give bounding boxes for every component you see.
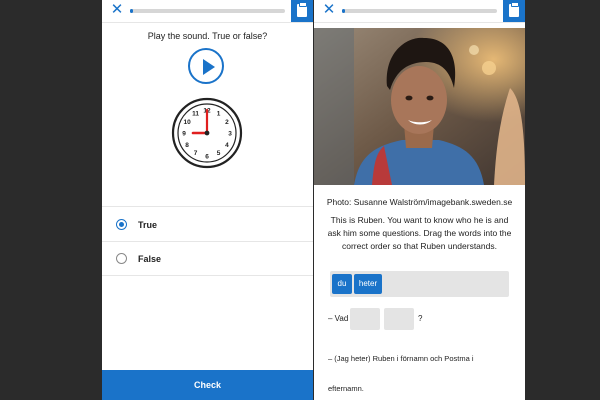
- word-order-exercise-panel: ✕ Photo: Susanne Walström/imagebank.swed…: [314, 0, 525, 400]
- clock-illustration: 121234567891011: [171, 97, 243, 169]
- exercise-top-bar: ✕: [102, 0, 313, 23]
- progress-fill: [342, 9, 346, 13]
- question-suffix: ?: [418, 314, 423, 323]
- option-divider: [102, 275, 313, 276]
- exercise-prompt: Play the sound. True or false?: [147, 31, 268, 41]
- clock-number: 11: [192, 110, 199, 117]
- word-chip-heter[interactable]: heter: [354, 274, 382, 294]
- progress-bar: [130, 9, 285, 13]
- progress-fill: [130, 9, 134, 13]
- close-icon[interactable]: ✕: [110, 2, 124, 17]
- question-sentence: – Vad ?: [328, 308, 518, 330]
- option-true-label: True: [138, 220, 158, 230]
- answer-slot-2[interactable]: [384, 308, 414, 330]
- clock-number: 7: [194, 150, 198, 157]
- option-true[interactable]: True: [102, 210, 313, 240]
- notes-icon: [297, 2, 307, 17]
- option-false-label: False: [138, 254, 162, 264]
- word-chip-du[interactable]: du: [332, 274, 352, 294]
- notes-button[interactable]: [503, 0, 525, 22]
- notes-icon: [509, 2, 519, 17]
- option-false[interactable]: False: [102, 244, 313, 274]
- photo-credit: Photo: Susanne Walström/imagebank.sweden…: [326, 197, 513, 207]
- answer-line-2: efternamn.: [328, 384, 364, 393]
- play-sound-button[interactable]: [188, 48, 224, 84]
- option-divider: [102, 241, 313, 242]
- clock-number: 2: [225, 119, 229, 126]
- radio-false[interactable]: [116, 253, 127, 264]
- play-icon: [203, 59, 215, 75]
- exercise-top-bar: ✕: [314, 0, 525, 23]
- clock-number: 9: [182, 130, 186, 137]
- word-bank: du heter: [330, 271, 509, 297]
- progress-bar: [342, 9, 497, 13]
- clock-number: 6: [205, 153, 209, 160]
- notes-button[interactable]: [291, 0, 313, 22]
- clock-number: 3: [228, 130, 232, 137]
- clock-number: 4: [225, 142, 229, 149]
- clock-number: 1: [217, 110, 221, 117]
- clock-number: 10: [183, 119, 191, 126]
- answer-line-1: – (Jag heter) Ruben i förnamn och Postma…: [328, 354, 474, 363]
- clock-number: 5: [217, 150, 221, 157]
- check-button[interactable]: Check: [102, 370, 313, 400]
- portrait-photo: [314, 28, 525, 185]
- answer-slot-1[interactable]: [350, 308, 380, 330]
- exercise-instruction: This is Ruben. You want to know who he i…: [327, 215, 512, 251]
- answer-sentence: – (Jag heter) Ruben i förnamn och Postma…: [328, 344, 517, 400]
- radio-true[interactable]: [116, 219, 127, 230]
- close-icon[interactable]: ✕: [322, 2, 336, 17]
- true-false-exercise-panel: ✕ Play the sound. True or false? 1212345…: [102, 0, 313, 400]
- question-prefix: – Vad: [328, 314, 349, 323]
- option-divider: [102, 206, 313, 207]
- clock-number: 8: [185, 142, 189, 149]
